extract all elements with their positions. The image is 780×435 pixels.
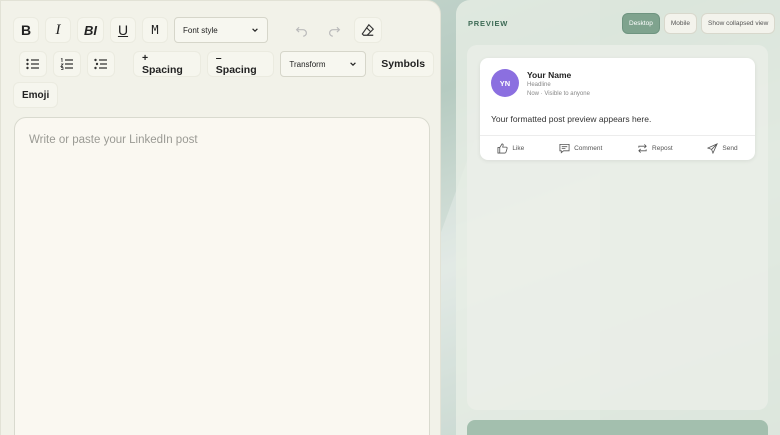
avatar: YN [491, 69, 519, 97]
post-timestamp: Now · Visible to anyone [527, 91, 590, 97]
comment-action[interactable]: Comment [559, 143, 602, 154]
tab-desktop[interactable]: Desktop [622, 13, 660, 34]
font-style-select[interactable]: Font style [174, 17, 268, 43]
send-icon [707, 142, 719, 154]
send-label: Send [722, 144, 738, 152]
author-name: Your Name [527, 70, 572, 80]
bullet-list-icon [26, 58, 39, 70]
transform-select-value: Transform [289, 59, 326, 69]
comment-icon [559, 143, 570, 153]
add-spacing-button[interactable]: + Spacing [132, 51, 201, 77]
preview-panel: PREVIEW Desktop Mobile Show collapsed vi… [456, 0, 780, 435]
indent-list-button[interactable] [86, 51, 115, 77]
chevron-down-icon [252, 28, 258, 33]
like-action[interactable]: Like [497, 143, 524, 154]
tab-collapsed-view[interactable]: Show collapsed view [701, 13, 776, 34]
preview-area: YN Your Name Headline Now · Visible to a… [467, 45, 768, 410]
post-preview-card: YN Your Name Headline Now · Visible to a… [480, 58, 755, 160]
comment-label: Comment [574, 144, 603, 152]
remove-spacing-button[interactable]: – Spacing [206, 51, 275, 77]
list-toolbar: + Spacing – Spacing Transform Symbols [19, 51, 440, 77]
copy-button[interactable] [467, 420, 768, 435]
repost-icon [638, 143, 647, 153]
post-actions: Like Comment Repost Send [480, 135, 755, 160]
numbered-list-icon [60, 58, 73, 70]
underline-button[interactable]: U [110, 17, 136, 43]
thumbs-up-icon [497, 143, 508, 153]
editor-placeholder: Write or paste your LinkedIn post [29, 134, 198, 146]
author-headline: Headline [527, 82, 551, 88]
view-tabs: Desktop Mobile Show collapsed view [622, 13, 779, 34]
clear-format-button[interactable] [354, 17, 382, 43]
like-label: Like [512, 144, 525, 152]
transform-select[interactable]: Transform [280, 51, 367, 77]
bullet-list-button[interactable] [19, 51, 47, 77]
list-icon [94, 58, 107, 70]
eraser-icon [361, 23, 375, 36]
monospace-button[interactable]: M [142, 17, 168, 43]
send-action[interactable]: Send [707, 142, 738, 154]
symbols-button[interactable]: Symbols [372, 51, 434, 77]
emoji-button[interactable]: Emoji [13, 82, 59, 108]
italic-button[interactable]: I [45, 17, 71, 43]
editor-panel: B I BI U M Font style + Spacing – Spacin… [0, 0, 441, 435]
repost-action[interactable]: Repost [637, 143, 673, 154]
bold-italic-button[interactable]: BI [77, 17, 104, 43]
tab-mobile[interactable]: Mobile [663, 13, 698, 34]
redo-icon [329, 26, 341, 37]
numbered-list-button[interactable] [52, 51, 81, 77]
repost-label: Repost [652, 144, 673, 152]
preview-title: PREVIEW [468, 19, 509, 28]
post-text: Your formatted post preview appears here… [491, 114, 652, 124]
post-editor-textarea[interactable]: Write or paste your LinkedIn post [14, 117, 430, 435]
font-style-select-value: Font style [183, 25, 218, 35]
formatting-toolbar: B I BI U M Font style [13, 17, 388, 43]
emoji-toolbar: Emoji [13, 82, 64, 108]
redo-button[interactable] [321, 17, 348, 43]
chevron-down-icon [350, 62, 357, 67]
bold-button[interactable]: B [13, 17, 39, 43]
undo-icon [295, 26, 307, 37]
undo-button[interactable] [288, 17, 315, 43]
